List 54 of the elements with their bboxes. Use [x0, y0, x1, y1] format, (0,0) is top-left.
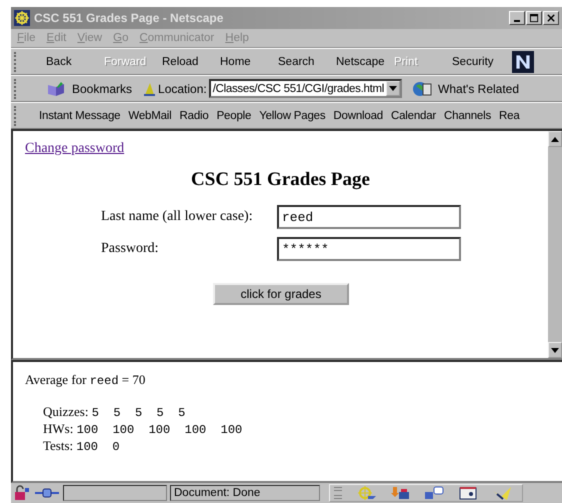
toolbar-button[interactable]: Back: [46, 56, 104, 68]
scroll-up-icon: [551, 136, 559, 142]
toolbar-button[interactable]: Security: [452, 56, 510, 68]
navigator-icon[interactable]: [356, 486, 376, 500]
bookmarks-button[interactable]: Bookmarks: [42, 80, 136, 96]
minimize-icon: [514, 20, 520, 22]
chat-icon[interactable]: [424, 486, 444, 500]
connection-icon: [34, 487, 60, 499]
personal-toolbar-button[interactable]: Channels: [441, 110, 494, 122]
personal-toolbar-button[interactable]: Calendar: [388, 110, 440, 122]
mail-icon[interactable]: [390, 486, 410, 500]
page-heading: CSC 551 Grades Page: [190, 169, 371, 191]
average-text: Average for reed = 70: [25, 372, 146, 388]
location-label: Location:: [158, 82, 207, 96]
input-field[interactable]: ******: [277, 237, 461, 261]
change-password-link[interactable]: Change password: [25, 141, 124, 157]
field-label: Last name (all lower case):: [101, 209, 254, 225]
scroll-down-icon: [551, 348, 559, 352]
grade-line: Quizzes: 5 5 5 5 5: [43, 404, 186, 421]
toolbar-button[interactable]: Netscape: [336, 56, 394, 68]
scrollbar[interactable]: [548, 131, 562, 358]
address-book-icon[interactable]: [458, 486, 478, 500]
grade-line: HWs: 100 100 100 100 100: [43, 421, 244, 438]
status-message: Document: Done: [170, 485, 320, 501]
whats-related-button[interactable]: What's Related: [408, 80, 524, 98]
personal-toolbar-button[interactable]: Download: [330, 110, 386, 122]
window-title: CSC 551 Grades Page - Netscape: [34, 11, 224, 25]
submit-button[interactable]: click for grades: [213, 283, 349, 305]
personal-toolbar-button[interactable]: Rea: [496, 110, 523, 122]
composer-icon[interactable]: [492, 486, 512, 500]
tray-grip[interactable]: [334, 487, 342, 499]
url-field[interactable]: /Classes/CSC 551/CGI/grades.html: [208, 79, 402, 98]
minimize-button[interactable]: [509, 11, 525, 25]
toolbar-button[interactable]: Home: [220, 56, 278, 68]
close-icon: [546, 14, 556, 22]
close-button[interactable]: [543, 11, 559, 25]
personal-toolbar-button[interactable]: Radio: [176, 110, 212, 122]
toolbar-button[interactable]: Reload: [162, 56, 220, 68]
toolbar-button[interactable]: Search: [278, 56, 336, 68]
dropdown-icon: [389, 86, 398, 91]
personal-toolbar-button[interactable]: Instant Message: [36, 110, 124, 122]
maximize-icon: [530, 14, 538, 22]
field-label: Password:: [101, 241, 160, 257]
personal-toolbar-button[interactable]: WebMail: [125, 110, 175, 122]
grade-line: Tests: 100 0: [43, 438, 121, 455]
personal-toolbar-button[interactable]: Yellow Pages: [256, 110, 328, 122]
lock-icon: [13, 485, 31, 501]
logo-icon: [512, 50, 534, 72]
maximize-button[interactable]: [526, 11, 542, 25]
globe-icon: [412, 80, 434, 98]
location-icon: [142, 80, 156, 96]
app-icon: [14, 10, 30, 26]
personal-toolbar-button[interactable]: People: [214, 110, 254, 122]
input-field[interactable]: reed: [277, 205, 461, 229]
